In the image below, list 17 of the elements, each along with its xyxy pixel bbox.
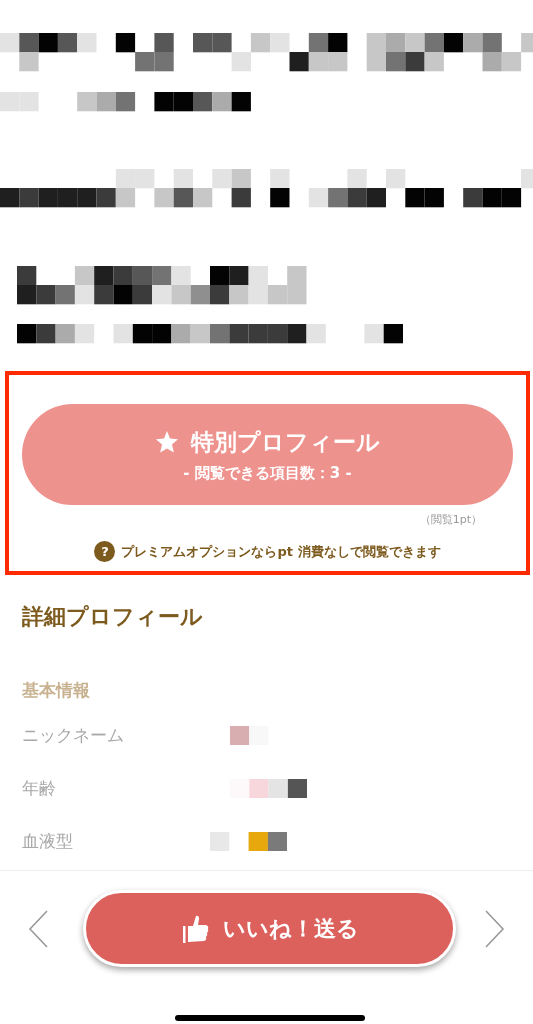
field-label: 血液型 bbox=[22, 830, 74, 853]
field-label: ニックネーム bbox=[22, 724, 125, 747]
like-button[interactable]: いいね！送る bbox=[83, 890, 456, 967]
chevron-left-icon[interactable] bbox=[27, 909, 51, 949]
button-title: 特別プロフィール bbox=[191, 427, 380, 457]
cost-note: （閲覧1pt） bbox=[419, 512, 482, 527]
help-icon[interactable]: ? bbox=[94, 541, 116, 562]
section-title: 詳細プロフィール bbox=[22, 603, 204, 631]
field-label: 年齢 bbox=[22, 777, 57, 800]
special-profile-button[interactable]: 特別プロフィール - 閲覧できる項目数：3 - bbox=[22, 404, 513, 505]
button-subtitle: - 閲覧できる項目数：3 - bbox=[183, 463, 352, 483]
premium-note: プレミアムオプションならpt 消費なしで閲覧できます bbox=[121, 542, 441, 561]
subsection-title: 基本情報 bbox=[22, 679, 91, 701]
star-icon bbox=[155, 430, 179, 454]
mosaic-drawing bbox=[230, 725, 269, 746]
thumbs-up-icon bbox=[180, 913, 211, 944]
chevron-right-icon[interactable] bbox=[482, 909, 506, 949]
